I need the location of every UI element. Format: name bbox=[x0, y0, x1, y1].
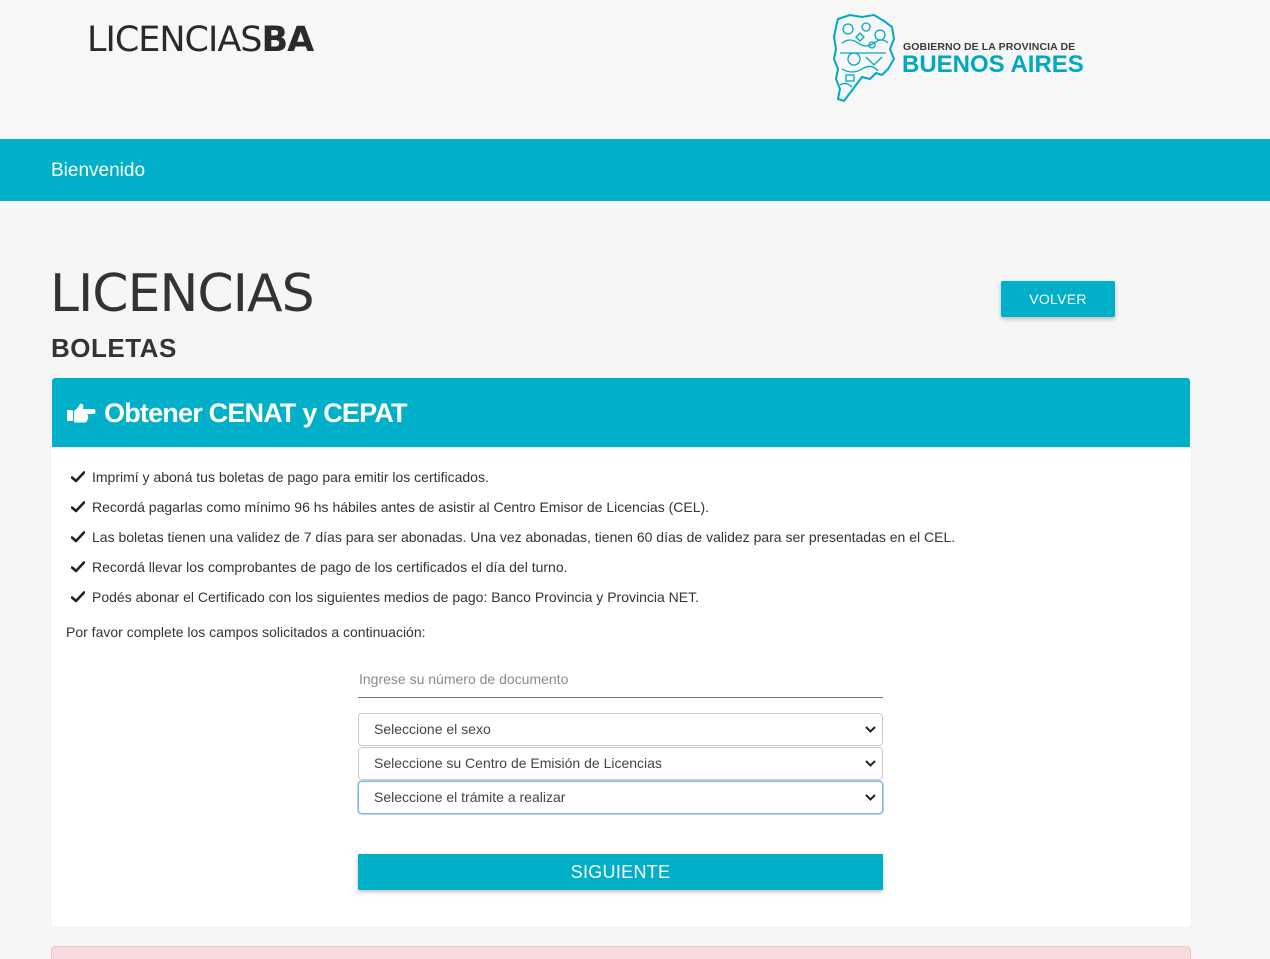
page-title: LICENCIAS bbox=[50, 264, 315, 324]
list-item-text: Recordá llevar los comprobantes de pago … bbox=[92, 559, 568, 575]
certificates-card: Obtener CENAT y CEPAT Imprimí y aboná tu… bbox=[51, 378, 1191, 927]
list-item: Podés abonar el Certificado con los sigu… bbox=[71, 588, 955, 618]
chevron-down-icon bbox=[865, 794, 876, 801]
site-header: LICENCIASBA GOBIERNO DE LA PROVINCIA DE … bbox=[0, 0, 1270, 139]
document-number-input[interactable] bbox=[358, 660, 883, 698]
license-center-select[interactable]: Seleccione su Centro de Emisión de Licen… bbox=[358, 747, 883, 780]
list-item: Las boletas tienen una validez de 7 días… bbox=[71, 528, 955, 558]
government-logo[interactable]: GOBIERNO DE LA PROVINCIA DE BUENOS AIRES bbox=[832, 13, 1092, 103]
card-header: Obtener CENAT y CEPAT bbox=[52, 378, 1190, 447]
list-item: Recordá llevar los comprobantes de pago … bbox=[71, 558, 955, 588]
government-logo-main: BUENOS AIRES bbox=[902, 51, 1084, 78]
procedure-select[interactable]: Seleccione el trámite a realizar bbox=[358, 781, 883, 814]
brand-logo-bold: BA bbox=[261, 20, 314, 60]
license-center-select-value: Seleccione su Centro de Emisión de Licen… bbox=[374, 755, 662, 771]
sex-select-value: Seleccione el sexo bbox=[374, 721, 491, 737]
brand-logo-light: LICENCIAS bbox=[87, 20, 262, 60]
list-item-text: Podés abonar el Certificado con los sigu… bbox=[92, 589, 699, 605]
chevron-down-icon bbox=[865, 760, 876, 767]
list-item-text: Recordá pagarlas como mínimo 96 hs hábil… bbox=[92, 499, 710, 515]
list-item: Recordá pagarlas como mínimo 96 hs hábil… bbox=[71, 498, 955, 528]
province-map-icon bbox=[832, 13, 896, 103]
check-icon bbox=[71, 531, 85, 543]
nav-welcome-link[interactable]: Bienvenido bbox=[51, 160, 145, 182]
info-list: Imprimí y aboná tus boletas de pago para… bbox=[71, 468, 955, 618]
page-subtitle: BOLETAS bbox=[51, 333, 177, 363]
nav-bar: Bienvenido bbox=[0, 139, 1270, 201]
brand-logo[interactable]: LICENCIASBA bbox=[87, 20, 314, 60]
list-item: Imprimí y aboná tus boletas de pago para… bbox=[71, 468, 955, 498]
check-icon bbox=[71, 561, 85, 573]
back-button[interactable]: VOLVER bbox=[1001, 281, 1115, 317]
check-icon bbox=[71, 501, 85, 513]
list-item-text: Imprimí y aboná tus boletas de pago para… bbox=[92, 469, 489, 485]
check-icon bbox=[71, 471, 85, 483]
procedure-select-value: Seleccione el trámite a realizar bbox=[374, 789, 566, 805]
check-icon bbox=[71, 591, 85, 603]
next-button[interactable]: SIGUIENTE bbox=[358, 854, 883, 890]
alert-box bbox=[51, 946, 1191, 959]
list-item-text: Las boletas tienen una validez de 7 días… bbox=[92, 529, 956, 545]
card-title: Obtener CENAT y CEPAT bbox=[104, 398, 408, 428]
sex-select[interactable]: Seleccione el sexo bbox=[358, 713, 883, 746]
form-instructions: Por favor complete los campos solicitado… bbox=[66, 624, 426, 640]
chevron-down-icon bbox=[865, 726, 876, 733]
hand-pointing-right-icon bbox=[67, 403, 96, 423]
